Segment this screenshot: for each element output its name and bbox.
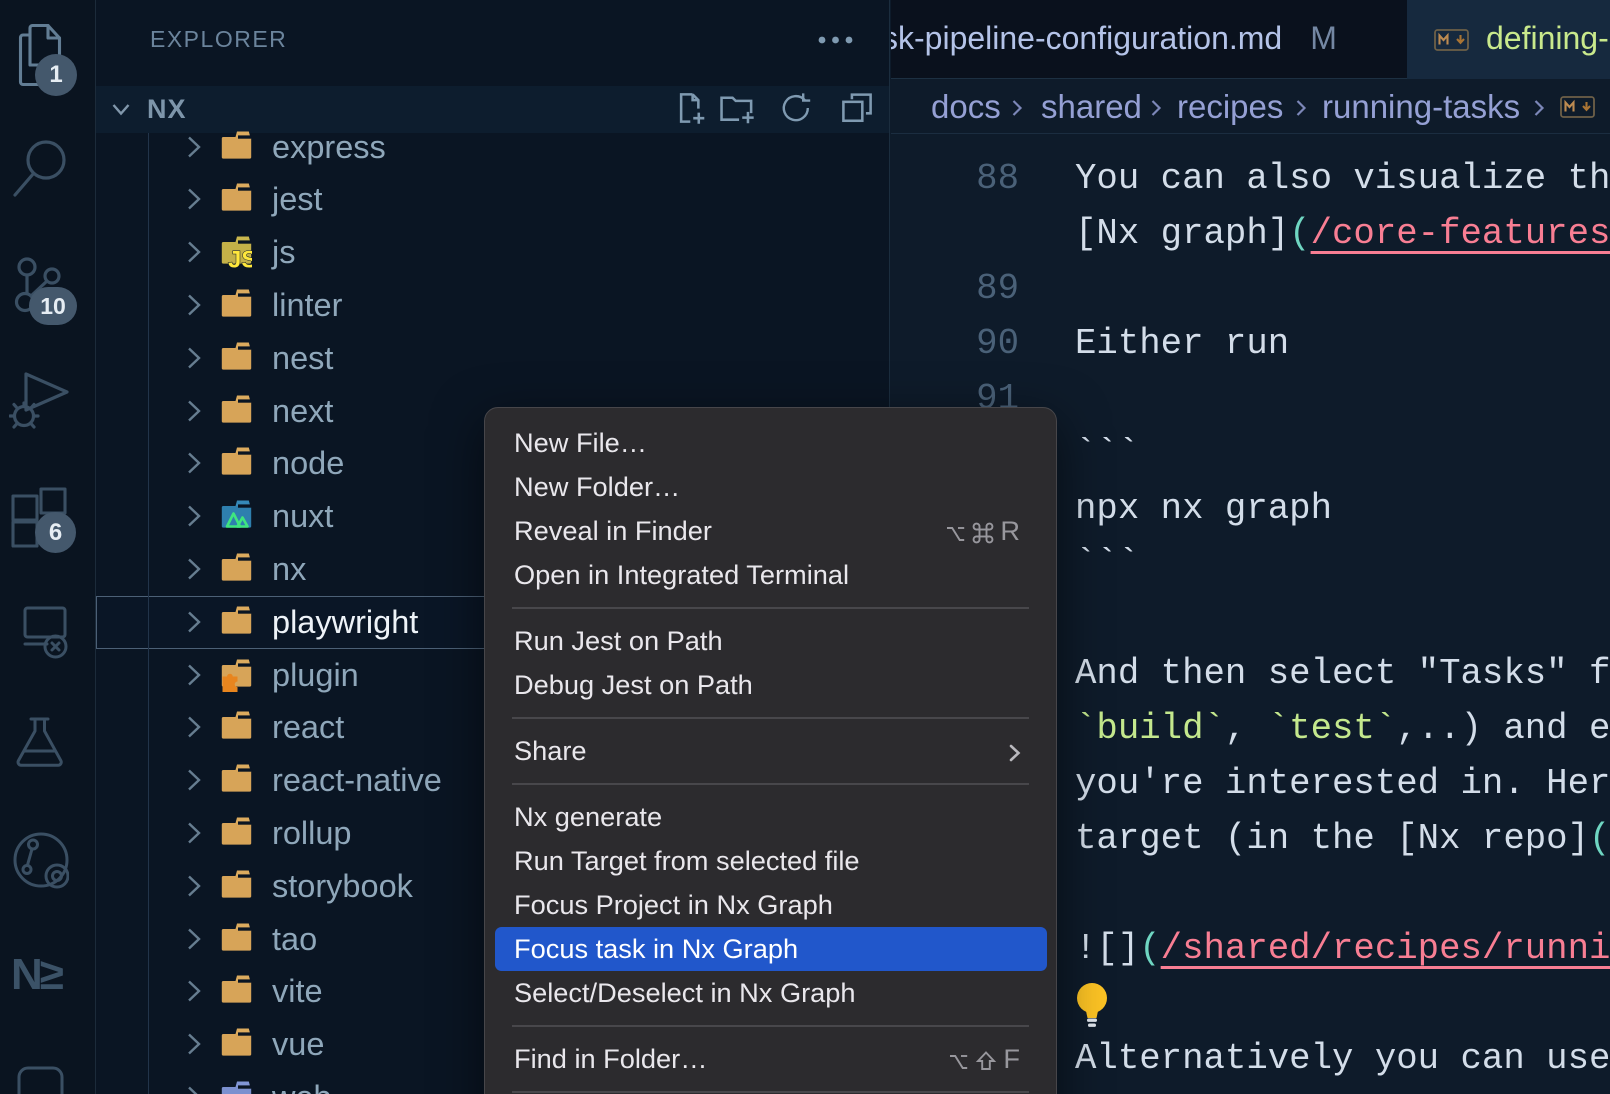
svg-text:JS: JS xyxy=(228,247,252,271)
